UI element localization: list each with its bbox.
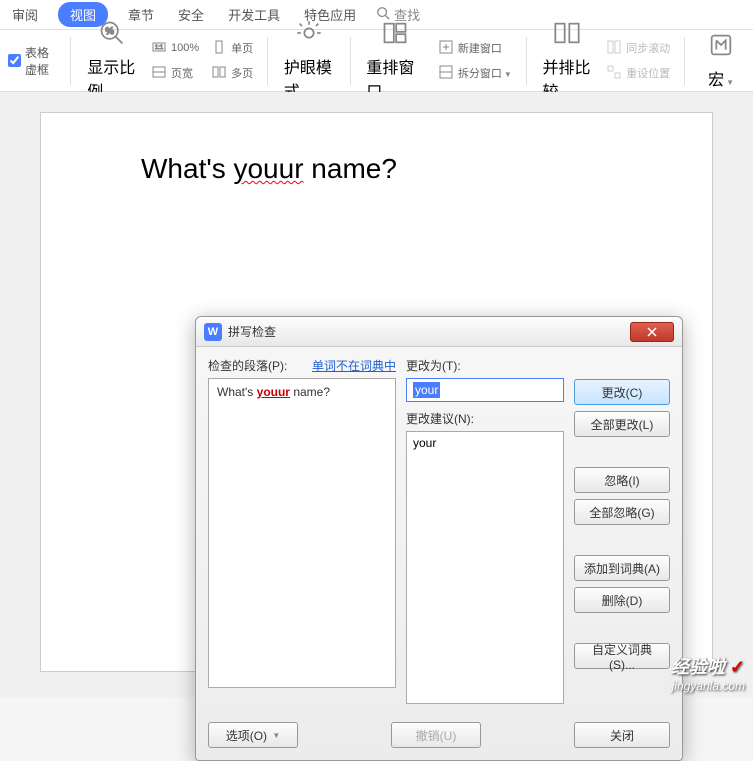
table-gridlines-input[interactable] [8, 54, 21, 67]
close-button[interactable]: 关闭 [574, 722, 670, 748]
macro-icon [707, 31, 735, 64]
misspelled-word[interactable]: youur [233, 153, 303, 184]
custom-dict-button[interactable]: 自定义词典(S)... [574, 643, 670, 669]
error-word: youur [257, 385, 290, 399]
new-window-icon [438, 39, 454, 58]
paragraph-textbox[interactable]: What's youur name? [208, 378, 396, 688]
add-to-dict-button[interactable]: 添加到词典(A) [574, 555, 670, 581]
document-area: What's youur name? W 拼写检查 检查的段落(P): 单词不在… [0, 92, 753, 697]
change-to-label: 更改为(T): [406, 357, 564, 374]
delete-button[interactable]: 删除(D) [574, 587, 670, 613]
separator [350, 37, 351, 85]
split-window-icon [438, 64, 454, 83]
single-page[interactable]: 单页 [209, 37, 255, 60]
separator [267, 37, 268, 85]
suggestions-listbox[interactable]: your [406, 431, 564, 704]
menu-security[interactable]: 安全 [174, 3, 208, 26]
sync-scroll-icon [606, 39, 622, 58]
options-button[interactable]: 选项(O) ▼ [208, 722, 298, 748]
single-page-icon [211, 39, 227, 58]
zoom-pagewidth[interactable]: 页宽 [149, 62, 201, 85]
zoom-100[interactable]: 1:1 100% [149, 37, 201, 60]
document-text[interactable]: What's youur name? [141, 153, 612, 186]
separator [526, 37, 527, 85]
suggestions-label: 更改建议(N): [406, 410, 564, 427]
watermark: 经验啦 ✓ jingyanla.com [671, 653, 745, 693]
undo-button: 撤销(U) [391, 722, 481, 748]
dialog-body: 检查的段落(P): 单词不在词典中 What's youur name? 更改为… [196, 347, 682, 714]
spellcheck-dialog: W 拼写检查 检查的段落(P): 单词不在词典中 What's youur na… [195, 316, 683, 761]
zoom-100-icon: 1:1 [151, 39, 167, 58]
multi-page[interactable]: 多页 [209, 62, 255, 85]
check-icon: ✓ [730, 657, 745, 677]
menu-devtools[interactable]: 开发工具 [224, 3, 284, 26]
new-window[interactable]: 新建窗口 [436, 37, 514, 60]
change-button[interactable]: 更改(C) [574, 379, 670, 405]
compare-icon [553, 19, 581, 52]
separator [70, 37, 71, 85]
table-gridlines-checkbox[interactable]: 表格虚框 [8, 44, 58, 78]
close-icon[interactable] [630, 322, 674, 342]
multi-page-icon [211, 64, 227, 83]
chevron-down-icon: ▼ [272, 731, 280, 740]
dialog-title: 拼写检查 [228, 323, 630, 340]
zoom-button[interactable]: % 显示比例 [83, 17, 141, 104]
svg-text:%: % [106, 26, 114, 36]
zoom-icon: % [98, 19, 126, 52]
ignore-all-button[interactable]: 全部忽略(G) [574, 499, 670, 525]
dialog-titlebar[interactable]: W 拼写检查 [196, 317, 682, 347]
macro-button[interactable]: 宏▼ [697, 29, 745, 92]
dialog-footer: 选项(O) ▼ 撤销(U) 关闭 [196, 714, 682, 760]
svg-text:1:1: 1:1 [155, 45, 164, 51]
change-all-button[interactable]: 全部更改(L) [574, 411, 670, 437]
pagewidth-icon [151, 64, 167, 83]
paragraph-label: 检查的段落(P): [208, 357, 287, 374]
menu-review[interactable]: 审阅 [8, 3, 42, 26]
app-logo-icon: W [204, 323, 222, 341]
ribbon: 表格虚框 % 显示比例 1:1 100% 页宽 单页 多页 护眼模式 重排窗口▼ [0, 30, 753, 92]
eyecare-icon [295, 19, 323, 52]
sync-scroll: 同步滚动 [604, 37, 672, 60]
ignore-button[interactable]: 忽略(I) [574, 467, 670, 493]
reset-position-icon [606, 64, 622, 83]
rearrange-icon [381, 19, 409, 52]
change-to-input[interactable]: your [406, 378, 564, 402]
rearrange-button[interactable]: 重排窗口▼ [362, 17, 427, 104]
separator [684, 37, 685, 85]
suggestion-item[interactable]: your [413, 436, 557, 450]
eyecare-button[interactable]: 护眼模式 [280, 17, 338, 104]
compare-button[interactable]: 并排比较 [539, 17, 597, 104]
reset-position: 重设位置 [604, 62, 672, 85]
split-window[interactable]: 拆分窗口▼ [436, 62, 514, 85]
not-in-dict-label: 单词不在词典中 [312, 357, 396, 374]
